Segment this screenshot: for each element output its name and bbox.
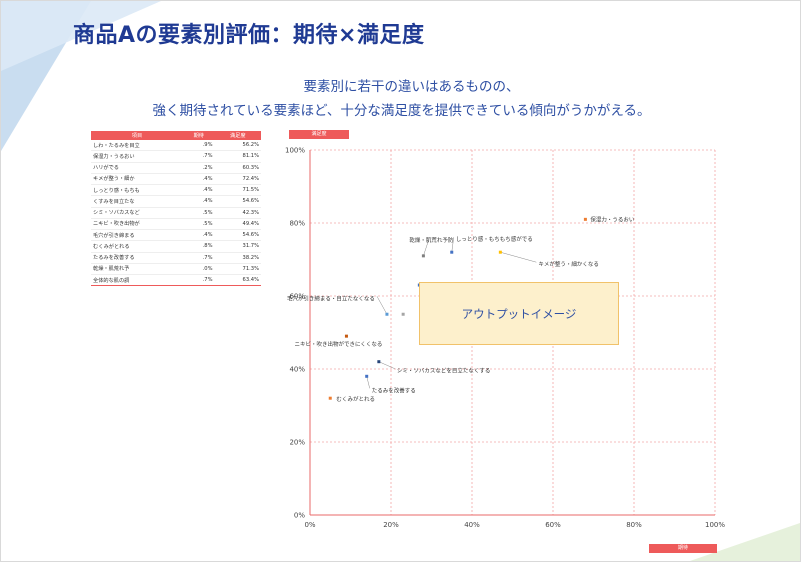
data-point	[344, 334, 348, 338]
data-label: シミ・ソバカスなどを目立たなくする	[397, 367, 491, 375]
data-label: しっとり感・もちもち感がでる	[456, 235, 533, 243]
data-label: ニキビ・吹き出物ができにくくなる	[294, 340, 382, 348]
data-point	[450, 250, 454, 254]
data-point	[401, 312, 405, 316]
data-label: キメが整う・細かくなる	[538, 260, 599, 268]
x-tick-label: 40%	[464, 521, 480, 529]
data-point	[385, 312, 389, 316]
data-point	[365, 374, 369, 378]
data-point	[498, 250, 502, 254]
data-label-leader	[500, 251, 537, 263]
data-point	[421, 254, 425, 258]
data-label-leader	[366, 376, 370, 389]
y-tick-label: 0%	[294, 512, 305, 520]
data-label: たるみを改善する	[372, 386, 416, 394]
data-label: 毛穴が引き締まる・目立たなくなる	[287, 294, 375, 302]
output-image-placeholder: アウトプットイメージ	[419, 282, 619, 345]
x-tick-label: 0%	[304, 521, 315, 529]
data-label: むくみがとれる	[336, 395, 375, 403]
data-label: 乾燥・肌荒れ予防	[409, 236, 454, 244]
slide: 商品Aの要素別評価：期待×満足度 要素別に若干の違いはあるものの、 強く期待され…	[0, 0, 801, 562]
y-tick-label: 40%	[289, 366, 305, 374]
y-tick-label: 20%	[289, 439, 305, 447]
scatter-chart: 0%0%20%20%40%40%60%60%80%80%100%100%保湿力・…	[285, 147, 725, 530]
data-label-leader	[376, 296, 388, 315]
data-point	[328, 396, 332, 400]
x-tick-label: 100%	[705, 521, 725, 529]
data-point	[583, 217, 587, 221]
x-tick-label: 20%	[383, 521, 399, 529]
y-tick-label: 100%	[285, 147, 305, 155]
x-tick-label: 60%	[545, 521, 561, 529]
x-tick-label: 80%	[626, 521, 642, 529]
data-label: 保湿力・うるおい	[590, 215, 635, 223]
data-label-leader	[378, 361, 395, 369]
data-point	[377, 360, 381, 364]
y-tick-label: 80%	[289, 220, 305, 228]
output-image-label: アウトプットイメージ	[461, 306, 577, 321]
